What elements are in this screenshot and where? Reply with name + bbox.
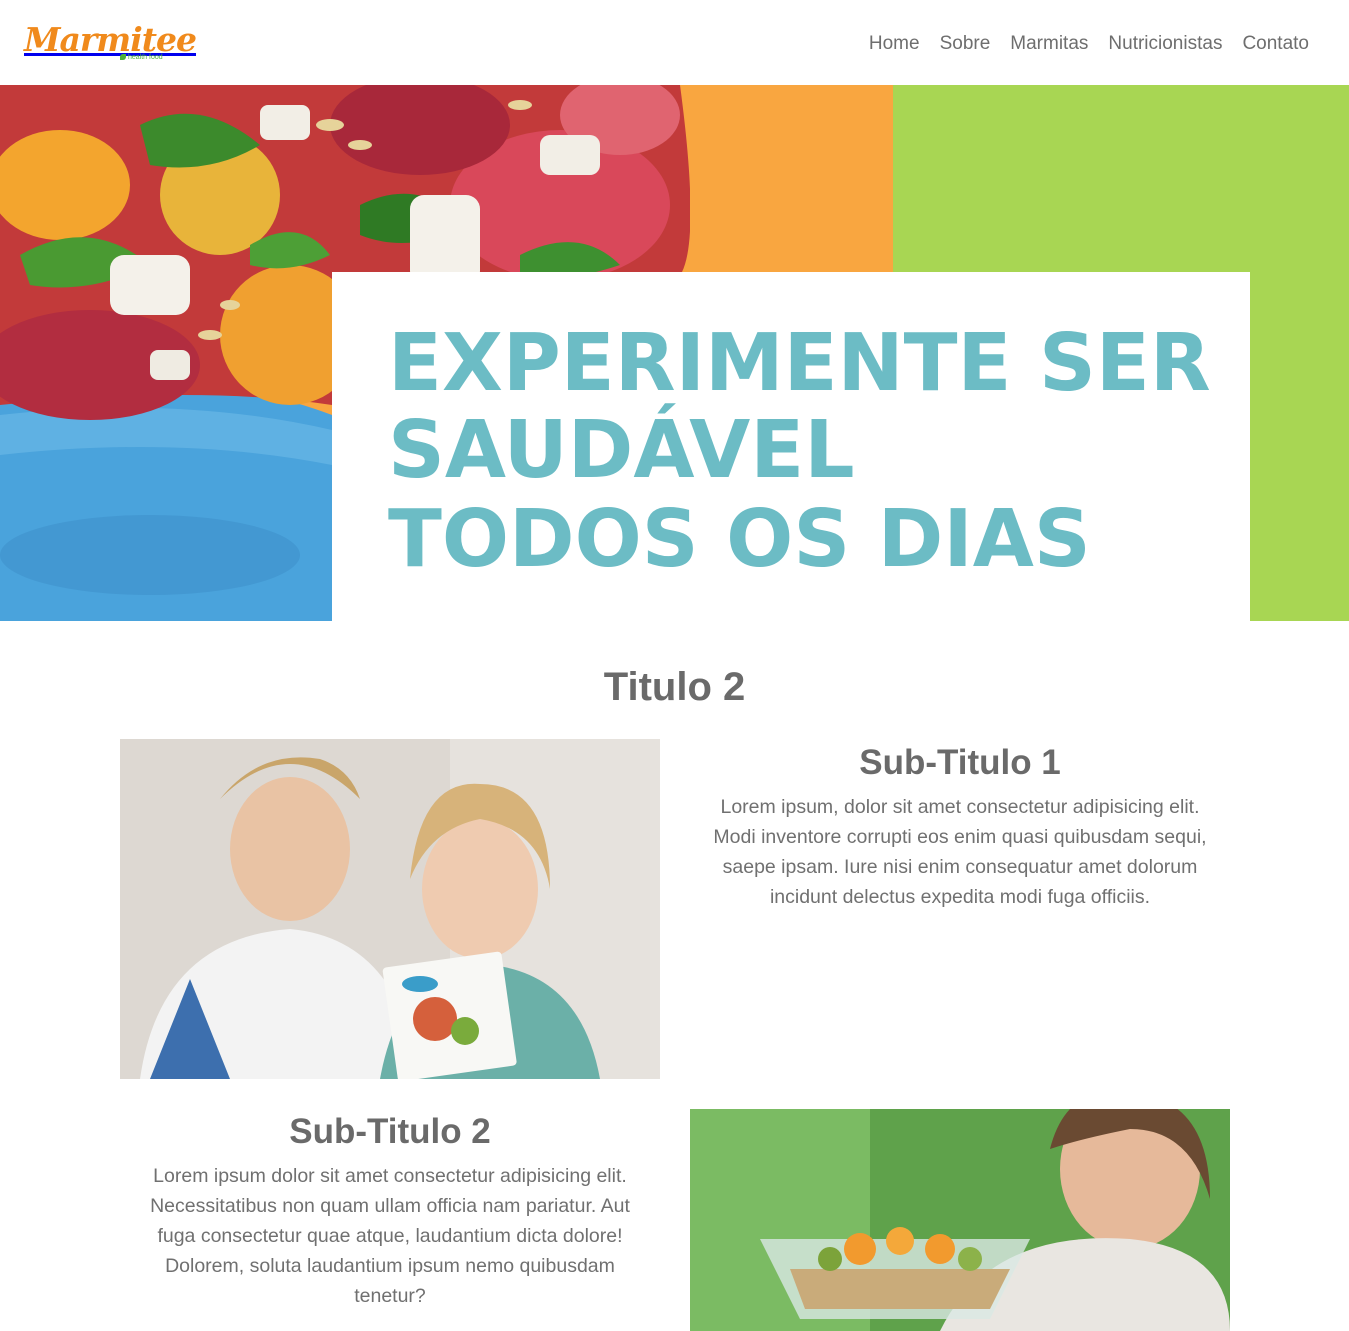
nav-marmitas[interactable]: Marmitas xyxy=(1000,30,1098,58)
healthy-bowl-image xyxy=(690,1109,1230,1331)
nav-sobre[interactable]: Sobre xyxy=(930,30,1001,58)
section-1: Sub-Titulo 1 Lorem ipsum, dolor sit amet… xyxy=(690,740,1230,912)
nav-nutricionistas[interactable]: Nutricionistas xyxy=(1098,30,1232,58)
section-title: Titulo 2 xyxy=(603,665,746,709)
brand-logo[interactable]: Marmitee health food xyxy=(24,20,197,66)
section-2-subtitle: Sub-Titulo 2 xyxy=(289,1112,491,1151)
hero-headline-line3: TODOS OS DIAS xyxy=(388,493,1091,585)
nav-contato[interactable]: Contato xyxy=(1232,30,1319,58)
brand-tagline: health food xyxy=(120,54,163,61)
section-1-text: Lorem ipsum, dolor sit amet consectetur … xyxy=(713,796,1207,908)
hero-banner: EXPERIMENTE SER SAUDÁVEL TODOS OS DIAS xyxy=(0,85,1349,621)
navbar: Marmitee health food Home Sobre Marmitas… xyxy=(0,0,1349,85)
brand-tagline-text: health food xyxy=(128,54,163,61)
leaf-icon xyxy=(120,54,126,61)
nav-home[interactable]: Home xyxy=(859,30,930,58)
hero-headline-line1: EXPERIMENTE SER xyxy=(388,317,1211,409)
section-2: Sub-Titulo 2 Lorem ipsum dolor sit amet … xyxy=(120,1109,660,1311)
nutritionist-image xyxy=(120,739,660,1079)
main-nav: Home Sobre Marmitas Nutricionistas Conta… xyxy=(859,30,1319,58)
hero-headline-line2: SAUDÁVEL xyxy=(388,404,855,496)
section-2-text: Lorem ipsum dolor sit amet consectetur a… xyxy=(150,1165,630,1307)
section-1-subtitle: Sub-Titulo 1 xyxy=(859,743,1061,782)
